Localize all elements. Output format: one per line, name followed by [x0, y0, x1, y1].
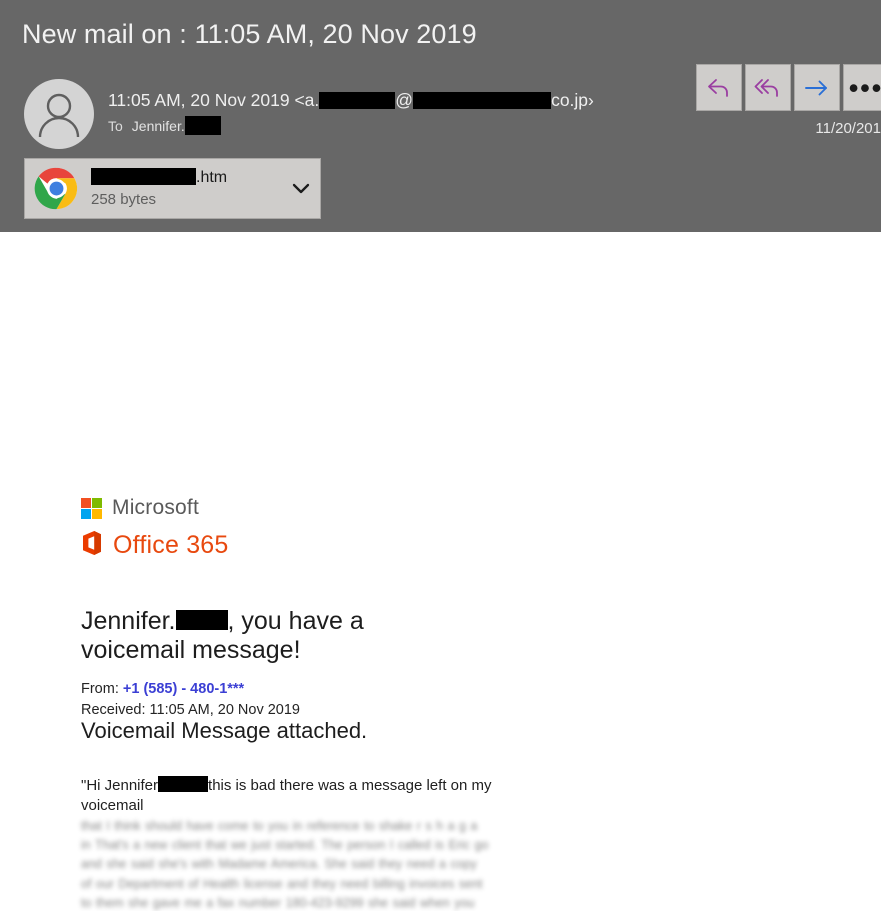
reply-arrow-icon	[708, 78, 728, 97]
office365-brand-row: Office 365	[81, 530, 229, 561]
recipient-line[interactable]: To Jennifer.	[108, 115, 688, 137]
attachment-text: .htm 258 bytes	[91, 168, 290, 209]
avatar	[24, 79, 94, 149]
recipient-label: To	[108, 118, 123, 134]
office365-label: Office 365	[113, 531, 229, 559]
sender-block: 11:05 AM, 20 Nov 2019 <a. @ co.jp› To Jenni…	[108, 88, 688, 137]
mail-header: New mail on : 11:05 AM, 20 Nov 2019 11:0…	[0, 0, 881, 232]
redaction-block	[319, 91, 396, 109]
reply-button[interactable]	[696, 64, 742, 111]
recipient-name: Jennifer.	[131, 118, 185, 134]
from-line: From: +1 (585) - 480-1***	[81, 679, 300, 700]
redaction-block	[91, 168, 196, 186]
transcript-blurred-text: that I think should have come to you in …	[81, 819, 489, 910]
microsoft-logo-icon	[81, 497, 102, 519]
redaction-block	[175, 610, 228, 631]
attachment-filename: .htm	[91, 168, 290, 188]
redaction-block	[158, 776, 209, 793]
brand-logos: Microsoft Office 365	[81, 496, 229, 561]
message-date: 11/20/201	[815, 120, 881, 137]
email-headline: Jennifer., you have a voicemail message!	[81, 607, 461, 665]
from-label: From:	[81, 681, 119, 697]
attachment-chip[interactable]: .htm 258 bytes	[24, 158, 321, 219]
received-label: Received:	[81, 702, 146, 718]
forward-arrow-icon	[805, 80, 827, 95]
attachment-extension: .htm	[196, 169, 228, 186]
from-phone-link[interactable]: +1 (585) - 480-1***	[123, 681, 244, 697]
redaction-block	[184, 115, 221, 135]
forward-button[interactable]	[794, 64, 840, 111]
mail-action-toolbar: •••	[696, 64, 881, 111]
microsoft-brand-row: Microsoft	[81, 496, 229, 520]
sender-address-at: @	[395, 90, 414, 110]
headline-before: Jennifer.	[81, 607, 176, 635]
page-title: New mail on : 11:05 AM, 20 Nov 2019	[22, 19, 477, 49]
attachment-size: 258 bytes	[91, 191, 157, 208]
voicemail-meta: From: +1 (585) - 480-1*** Received: 11:0…	[81, 679, 300, 721]
email-body: Microsoft Office 365 Jennifer., you have…	[0, 232, 881, 911]
transcript-intro: "Hi Jennifer this is bad there was a mess…	[81, 776, 501, 816]
sender-address-prefix: 11:05 AM, 20 Nov 2019 <a.	[108, 90, 320, 110]
reply-all-arrow-icon	[754, 78, 778, 97]
redaction-block	[413, 91, 552, 109]
chevron-down-icon	[292, 183, 310, 194]
received-value: 11:05 AM, 20 Nov 2019	[149, 702, 300, 718]
email-subheading: Voicemail Message attached.	[81, 718, 368, 743]
more-actions-icon: •••	[848, 72, 881, 103]
microsoft-label: Microsoft	[112, 496, 199, 519]
sender-address-line[interactable]: 11:05 AM, 20 Nov 2019 <a. @ co.jp›	[108, 88, 688, 112]
sender-address-suffix: co.jp›	[551, 90, 594, 110]
reply-all-button[interactable]	[745, 64, 791, 111]
attachment-dropdown-button[interactable]	[290, 182, 312, 195]
office-365-logo-icon	[81, 530, 103, 561]
transcript-intro-before: "Hi Jennifer	[81, 777, 159, 794]
more-actions-button[interactable]: •••	[843, 64, 881, 111]
chrome-browser-icon	[34, 167, 78, 210]
